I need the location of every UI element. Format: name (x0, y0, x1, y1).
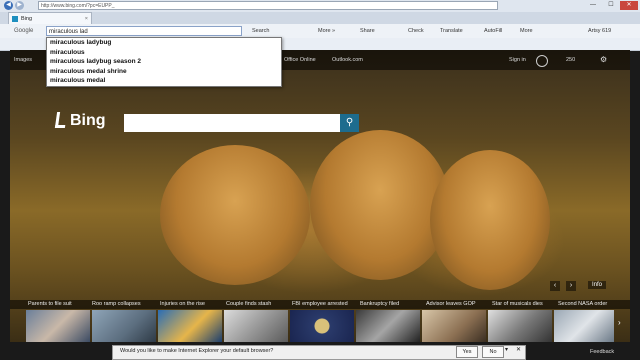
feedback-link[interactable]: Feedback (590, 349, 614, 355)
close-button[interactable]: ✕ (620, 1, 638, 10)
bing-background-image (10, 50, 630, 342)
news-item[interactable]: FBI employee arrested (292, 300, 348, 309)
lion-image (430, 150, 550, 290)
close-prompt-icon[interactable]: ✕ (516, 346, 521, 353)
tab-bing[interactable]: Bing × (8, 12, 92, 24)
autofill-button[interactable]: AutoFill (484, 26, 502, 36)
search-icon[interactable]: ⚲ (340, 114, 359, 132)
search-button[interactable]: Search (252, 26, 269, 36)
suggestion-item[interactable]: miraculous (47, 48, 281, 58)
news-item[interactable]: Bankruptcy filed (360, 300, 399, 309)
minimize-button[interactable]: — (584, 1, 602, 10)
check-button[interactable]: Check (408, 26, 424, 36)
info-button[interactable]: Info (588, 281, 607, 289)
news-thumbnail[interactable] (26, 310, 90, 342)
translate-button[interactable]: Translate (440, 26, 463, 36)
suggestion-item[interactable]: miraculous ladybug season 2 (47, 57, 281, 67)
news-item[interactable]: Star of musicals dies (492, 300, 543, 309)
next-image-icon[interactable]: › (566, 281, 576, 291)
yes-button[interactable]: Yes (456, 346, 478, 358)
autocomplete-dropdown: miraculous ladybug miraculous miraculous… (46, 37, 282, 87)
bing-search-input[interactable] (124, 114, 340, 132)
news-thumbnail[interactable] (290, 310, 354, 342)
news-item[interactable]: Roo ramp collapses (92, 300, 141, 309)
news-thumbnail[interactable] (422, 310, 486, 342)
news-next-icon[interactable]: › (618, 318, 621, 327)
news-item[interactable]: Couple finds stash (226, 300, 271, 309)
nav-office-online[interactable]: Office Online (284, 55, 316, 65)
bing-favicon-icon (12, 16, 18, 22)
no-button[interactable]: No (482, 346, 504, 358)
news-item[interactable]: Second NASA order (558, 300, 607, 309)
suggestion-item[interactable]: miraculous medal shrine (47, 67, 281, 77)
previous-image-icon[interactable]: ‹ (550, 281, 560, 291)
google-search-input[interactable]: miraculous lad (46, 26, 242, 36)
news-thumbnail[interactable] (92, 310, 156, 342)
lion-image (160, 145, 310, 285)
news-thumbnail[interactable] (356, 310, 420, 342)
news-thumbnail[interactable] (224, 310, 288, 342)
news-item[interactable]: Advisor leaves GOP (426, 300, 476, 309)
dropdown-icon[interactable]: ▾ (505, 346, 508, 353)
forward-icon[interactable]: ▶ (15, 1, 24, 10)
more-menu-button[interactable]: More (520, 26, 533, 36)
address-input[interactable]: http://www.bing.com/?pc=EUPP_ (38, 1, 498, 10)
news-thumbnail[interactable] (158, 310, 222, 342)
sign-in-link[interactable]: Sign in (509, 55, 526, 65)
account-button[interactable]: Artsy 619 (588, 26, 611, 36)
bing-logo: Bing (54, 112, 106, 130)
rewards-count[interactable]: 250 (566, 55, 575, 65)
tab-title: Bing (21, 16, 33, 22)
default-browser-prompt-text: Would you like to make Internet Explorer… (120, 348, 274, 354)
suggestion-item[interactable]: miraculous medal (47, 76, 281, 86)
back-icon[interactable]: ◀ (4, 1, 13, 10)
maximize-button[interactable]: ☐ (602, 1, 620, 10)
more-button[interactable]: More » (318, 26, 335, 36)
nav-outlook[interactable]: Outlook.com (332, 55, 363, 65)
bing-logo-text: Bing (70, 112, 106, 129)
news-thumbnail[interactable] (554, 310, 614, 342)
share-button[interactable]: Share (360, 26, 375, 36)
settings-gear-icon[interactable]: ⚙ (600, 55, 607, 65)
news-item[interactable]: Injuries on the rise (160, 300, 205, 309)
user-icon[interactable] (536, 55, 548, 67)
suggestion-item[interactable]: miraculous ladybug (47, 38, 281, 48)
bing-b-icon (54, 112, 68, 128)
google-label: Google (14, 28, 34, 34)
news-item[interactable]: Parents to file suit (28, 300, 72, 309)
nav-images[interactable]: Images (14, 55, 32, 65)
lion-image (310, 130, 450, 280)
news-thumbnail[interactable] (488, 310, 552, 342)
